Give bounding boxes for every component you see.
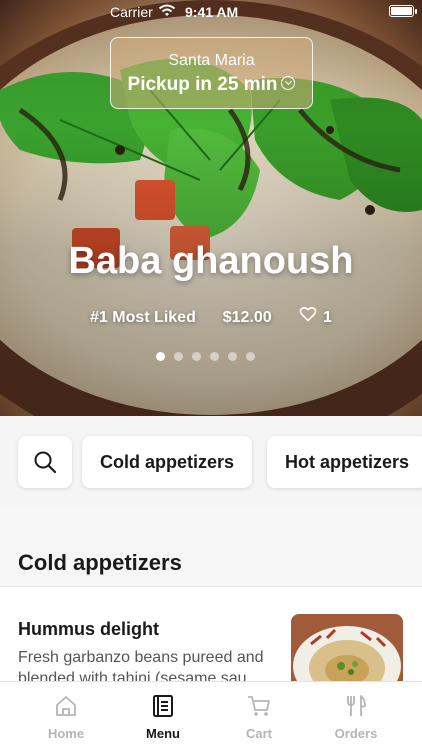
featured-price: $12.00 (222, 308, 272, 326)
carousel-dot-active[interactable] (156, 352, 165, 361)
tab-menu[interactable]: Menu (115, 682, 211, 750)
section-title: Cold appetizers (18, 550, 182, 575)
like-count: 1 (323, 308, 332, 326)
tab-orders-label: Orders (334, 726, 378, 741)
category-bar: Cold appetizers Hot appetizers (0, 416, 422, 508)
featured-hero[interactable]: Carrier 9:41 AM Santa Maria Pickup in 25… (0, 0, 422, 416)
hummus-photo (291, 614, 403, 683)
pickup-eta: Pickup in 25 min (111, 74, 312, 96)
wifi-icon (158, 4, 176, 16)
carousel-dot[interactable] (246, 352, 255, 361)
carrier-label: Carrier (110, 4, 153, 20)
category-chip-cold-appetizers[interactable]: Cold appetizers (82, 436, 253, 488)
cart-icon (248, 696, 270, 716)
carousel-dot[interactable] (192, 352, 201, 361)
app-screen: Carrier 9:41 AM Santa Maria Pickup in 25… (0, 0, 422, 750)
category-chip-hot-appetizers[interactable]: Hot appetizers (267, 436, 422, 488)
carousel-dot[interactable] (228, 352, 237, 361)
tab-home[interactable]: Home (18, 682, 114, 750)
heart-icon[interactable] (299, 306, 317, 322)
pickup-eta-label: Pickup in 25 min (127, 74, 278, 95)
tab-menu-label: Menu (146, 726, 180, 741)
search-icon (34, 451, 57, 474)
carousel-dot[interactable] (210, 352, 219, 361)
tab-home-label: Home (47, 726, 85, 741)
menu-item-description: Fresh garbanzo beans pureed and blended … (18, 649, 264, 683)
status-bar: Carrier 9:41 AM (0, 0, 422, 24)
featured-dish-title: Baba ghanoush (68, 240, 354, 282)
search-button[interactable] (18, 436, 72, 488)
carousel-indicator[interactable] (156, 352, 266, 362)
fork-knife-icon (347, 695, 366, 716)
pickup-location-selector[interactable]: Santa Maria Pickup in 25 min (110, 37, 313, 109)
tab-cart[interactable]: Cart (211, 682, 307, 750)
tab-cart-label: Cart (245, 726, 272, 741)
tab-orders[interactable]: Orders (308, 682, 404, 750)
battery-tip (415, 9, 417, 14)
pickup-location: Santa Maria (168, 52, 255, 69)
home-icon (56, 696, 76, 716)
most-liked-badge: #1 Most Liked (90, 308, 196, 326)
chevron-down-icon (281, 75, 296, 90)
menu-book-icon (153, 695, 173, 717)
featured-dish-meta: #1 Most Liked $12.00 1 (0, 306, 422, 327)
menu-item-name: Hummus delight (18, 619, 160, 639)
menu-item[interactable]: Hummus delight Fresh garbanzo beans pure… (0, 587, 422, 683)
clock-time: 9:41 AM (185, 4, 239, 20)
battery-icon (389, 5, 414, 17)
menu-item-image (291, 614, 403, 683)
carousel-dot[interactable] (174, 352, 183, 361)
bottom-tab-bar: Home Menu Cart Orders (0, 681, 422, 750)
